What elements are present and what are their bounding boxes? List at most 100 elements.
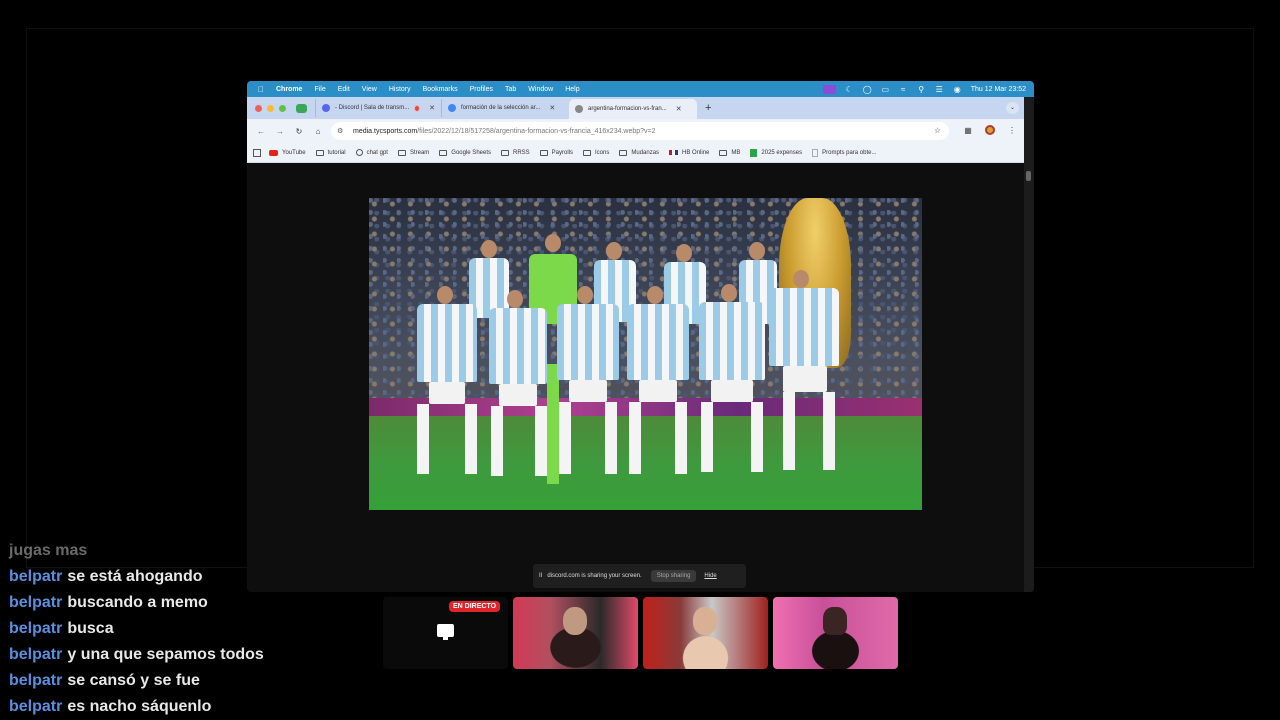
forward-arrow-icon[interactable]: → <box>275 126 285 136</box>
menu-view[interactable]: View <box>362 86 377 93</box>
home-icon[interactable]: ⌂ <box>313 126 323 136</box>
chat-message: belpatr busca <box>9 619 369 645</box>
bookmark-youtube[interactable]: YouTube <box>269 149 306 156</box>
tab-discord[interactable]: - Discord | Sala de transm... ✕ <box>315 99 441 117</box>
battery-icon[interactable]: ▭ <box>881 85 890 94</box>
tab-label: formación de la selección ar... <box>461 105 541 111</box>
wifi-icon[interactable]: ≈ <box>899 85 908 94</box>
toolbar-actions: ▦ ⋮ <box>963 125 1017 135</box>
more-menu-icon[interactable]: ⋮ <box>1007 126 1017 135</box>
close-tab-icon[interactable]: ✕ <box>549 104 555 112</box>
chat-username[interactable]: belpatr <box>9 698 62 715</box>
menu-bookmarks[interactable]: Bookmarks <box>423 86 458 93</box>
control-center-icon[interactable]: ☰ <box>935 85 944 94</box>
stop-sharing-button[interactable]: Stop sharing <box>650 570 697 582</box>
chat-message: belpatr y una que sepamos todos <box>9 645 369 671</box>
chat-username[interactable]: belpatr <box>9 594 62 611</box>
tab-group-icon[interactable] <box>296 103 307 113</box>
bookmark-stream[interactable]: Stream <box>397 149 429 156</box>
chat-message-text: busca <box>67 620 114 637</box>
screen-share-status-icon[interactable] <box>822 84 836 94</box>
youtube-icon <box>269 149 278 156</box>
bookmark-star-icon[interactable]: ☆ <box>934 126 941 135</box>
bookmark-2025-expenses[interactable]: 2025 expenses <box>750 148 802 157</box>
mac-menubar:  Chrome File Edit View History Bookmark… <box>247 81 1034 97</box>
user-icon[interactable]: ◉ <box>953 85 962 94</box>
screen-share-notification: II discord.com is sharing your screen. S… <box>533 564 746 588</box>
folder-icon <box>539 149 548 156</box>
bookmark-label: Icons <box>595 149 610 156</box>
chat-username[interactable]: belpatr <box>9 568 62 585</box>
menu-profiles[interactable]: Profiles <box>470 86 493 93</box>
reload-icon[interactable]: ↻ <box>294 126 304 136</box>
participant-tile-2[interactable] <box>643 597 768 669</box>
team-photo[interactable] <box>369 198 922 510</box>
apple-icon[interactable]:  <box>256 85 266 94</box>
chat-username[interactable]: belpatr <box>9 620 62 637</box>
extensions-icon[interactable]: ▦ <box>963 126 973 135</box>
bookmark-payrolls[interactable]: Payrolls <box>539 149 573 156</box>
menu-edit[interactable]: Edit <box>338 86 350 93</box>
participant-tile-3[interactable] <box>773 597 898 669</box>
bookmark-label: Prompts para obte... <box>822 149 877 156</box>
chat-message: jugas mas <box>9 541 369 567</box>
bookmark-chat-gpt[interactable]: chat gpt <box>355 149 388 156</box>
browser-toolbar: ← → ↻ ⌂ ⚙ media.tycsports.com/files/2022… <box>247 119 1025 143</box>
bookmark-label: RRSS <box>513 149 530 156</box>
tab-google-search[interactable]: formación de la selección ar... ✕ <box>441 99 569 117</box>
participant-face <box>693 607 717 635</box>
hide-link[interactable]: Hide <box>704 573 716 579</box>
participant-tile-1[interactable] <box>513 597 638 669</box>
bookmark-mudanzas[interactable]: Mudanzas <box>619 149 659 156</box>
bookmark-prompts[interactable]: Prompts para obte... <box>812 148 877 157</box>
new-tab-button[interactable]: + <box>705 102 711 114</box>
menu-window[interactable]: Window <box>528 86 553 93</box>
share-message: discord.com is sharing your screen. <box>547 573 642 579</box>
menu-history[interactable]: History <box>389 86 411 93</box>
bookmark-hb-online[interactable]: HB Online <box>669 150 709 156</box>
folder-icon <box>719 149 728 156</box>
chat-message: belpatr se cansó y se fue <box>9 671 369 697</box>
chat-username[interactable]: belpatr <box>9 672 62 689</box>
close-tab-icon[interactable]: ✕ <box>676 105 682 113</box>
live-badge: EN DIRECTO <box>449 601 501 612</box>
folder-icon <box>501 149 509 156</box>
bookmark-mb[interactable]: MB <box>719 149 740 156</box>
maximize-window-button[interactable] <box>279 104 286 112</box>
menu-help[interactable]: Help <box>565 86 579 93</box>
menu-tab[interactable]: Tab <box>505 86 516 93</box>
chat-username[interactable]: belpatr <box>9 646 62 663</box>
sheets-icon <box>750 148 758 157</box>
play-circle-icon[interactable]: ◯ <box>863 85 872 94</box>
bookmarks-bar: YouTube tutorial chat gpt Stream Google … <box>247 143 1025 163</box>
menu-app-name[interactable]: Chrome <box>276 86 302 93</box>
tab-search-chevron-icon[interactable]: ⌄ <box>1006 102 1019 114</box>
menubar-clock[interactable]: Thu 12 Mar 23:52 <box>971 86 1026 93</box>
bookmark-google-sheets[interactable]: Google Sheets <box>439 149 491 156</box>
scrollbar-thumb[interactable] <box>1026 171 1031 181</box>
chat-message-text: y una que sepamos todos <box>67 646 264 663</box>
tab-active-image[interactable]: argentina-formacion-vs-fran... ✕ <box>569 99 697 119</box>
folder-icon <box>583 149 592 156</box>
apps-grid-icon[interactable] <box>253 148 261 157</box>
bookmark-label: HB Online <box>682 149 710 156</box>
address-bar[interactable]: ⚙ media.tycsports.com/files/2022/12/18/5… <box>331 122 949 140</box>
hb-icon <box>669 150 679 155</box>
profile-avatar[interactable] <box>985 125 995 135</box>
search-icon[interactable]: ⚲ <box>917 85 926 94</box>
close-tab-icon[interactable]: ✕ <box>429 104 435 112</box>
moon-icon[interactable]: ☾ <box>845 85 854 94</box>
close-window-button[interactable] <box>255 104 262 112</box>
url-host: media.tycsports.com <box>353 127 418 135</box>
window-controls <box>255 104 286 112</box>
chatgpt-icon <box>355 149 363 156</box>
bookmark-tutorial[interactable]: tutorial <box>315 149 346 156</box>
bookmark-rrss[interactable]: RRSS <box>501 149 530 156</box>
site-info-icon[interactable]: ⚙ <box>337 127 346 135</box>
menu-file[interactable]: File <box>314 86 325 93</box>
image-favicon-icon <box>575 105 583 113</box>
minimize-window-button[interactable] <box>267 104 274 112</box>
bookmark-icons[interactable]: Icons <box>583 149 610 156</box>
folder-icon <box>397 149 406 156</box>
back-arrow-icon[interactable]: ← <box>256 126 266 136</box>
